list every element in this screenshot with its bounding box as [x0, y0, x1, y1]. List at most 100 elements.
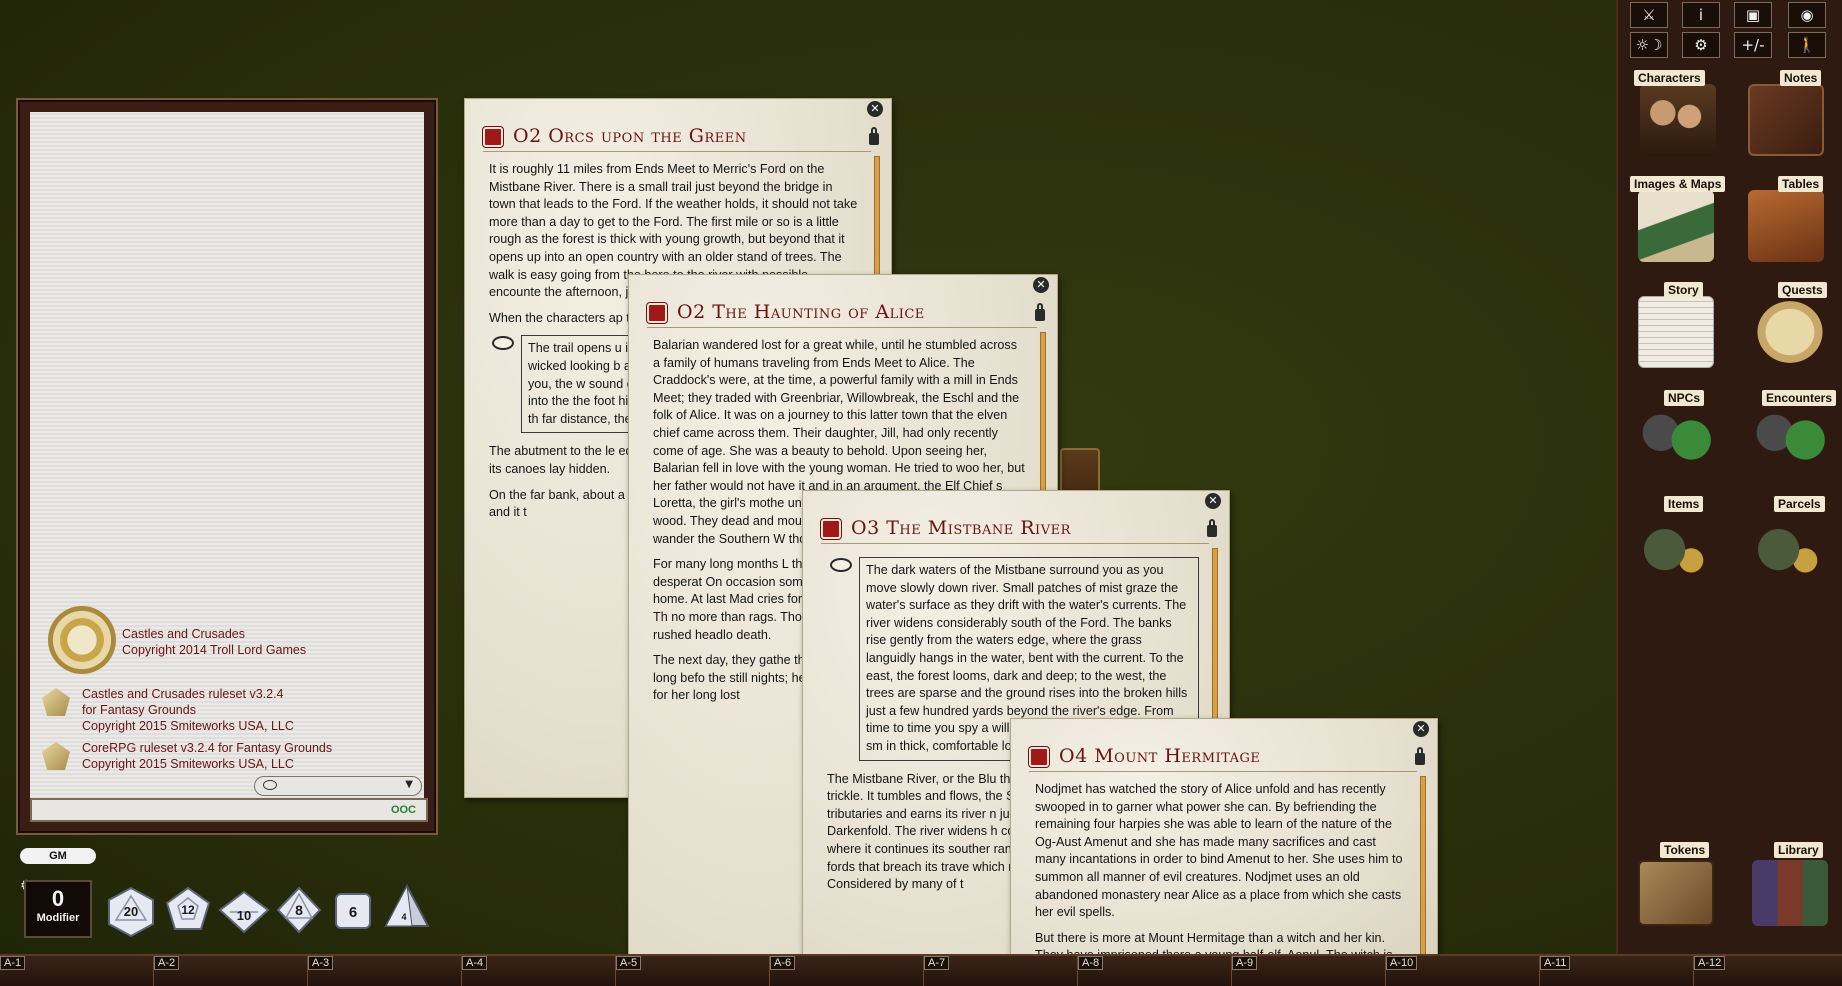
hotkey-slot[interactable]: A-7	[924, 956, 1078, 986]
story-link-icon[interactable]	[821, 519, 841, 539]
lock-icon[interactable]	[1415, 747, 1425, 765]
sidebar-item-parcels[interactable]: Parcels	[1748, 496, 1838, 586]
divider	[647, 327, 1037, 328]
d10-die[interactable]: 10	[218, 890, 270, 934]
d8-label: 8	[295, 902, 303, 918]
sidebar: ⚔ i ▣ ◉ ☼☽ ⚙ +/- 🚶 Characters Notes Imag…	[1616, 0, 1842, 954]
divider	[821, 543, 1209, 544]
close-icon[interactable]: ✕	[867, 101, 883, 117]
close-icon[interactable]: ✕	[1033, 277, 1049, 293]
story-window-mount-hermitage[interactable]: ✕ O4 Mount Hermitage Nodjmet has watched…	[1010, 718, 1438, 986]
chat-mode-select[interactable]: ▼	[254, 776, 422, 796]
combat-tracker-button[interactable]: ⚔	[1630, 2, 1668, 28]
notes-icon	[1748, 84, 1824, 156]
hotkey-slot[interactable]: A-10	[1386, 956, 1540, 986]
close-icon[interactable]: ✕	[1413, 721, 1429, 737]
hotkey-bar: A-1 A-2 A-3 A-4 A-5 A-6 A-7 A-8 A-9 A-10…	[0, 954, 1842, 986]
sidebar-item-npcs[interactable]: NPCs	[1634, 390, 1724, 480]
sidebar-item-images-maps[interactable]: Images & Maps	[1630, 176, 1726, 266]
items-icon	[1638, 510, 1714, 582]
sidebar-label: NPCs	[1664, 390, 1705, 406]
d8-die[interactable]: 8	[276, 886, 322, 934]
book-icon: ▣	[1745, 6, 1761, 24]
sidebar-item-story[interactable]: Story	[1634, 282, 1724, 372]
lock-icon[interactable]	[869, 127, 879, 145]
d12-die[interactable]: 12	[164, 886, 212, 934]
sidebar-item-tokens[interactable]: Tokens	[1634, 842, 1724, 932]
sidebar-item-encounters[interactable]: Encounters	[1748, 390, 1838, 480]
hotkey-label: A-8	[1078, 956, 1104, 970]
hotkey-slot[interactable]: A-3	[308, 956, 462, 986]
hotkey-slot[interactable]: A-9	[1232, 956, 1386, 986]
walk-button[interactable]: 🚶	[1788, 32, 1826, 58]
corerpg-logo-icon	[42, 742, 70, 770]
lock-icon[interactable]	[1035, 303, 1045, 321]
sidebar-item-items[interactable]: Items	[1634, 496, 1724, 586]
options-button[interactable]: ⚙	[1682, 32, 1720, 58]
sidebar-label: Characters	[1634, 70, 1705, 86]
hotkey-label: A-3	[308, 956, 334, 970]
hotkey-slot[interactable]: A-5	[616, 956, 770, 986]
modules-button[interactable]: ▣	[1734, 2, 1772, 28]
d6-label: 6	[349, 904, 357, 921]
chat-input[interactable]: OOC	[30, 798, 428, 822]
d20-die[interactable]: 20	[106, 886, 156, 938]
hotkey-label: A-4	[462, 956, 488, 970]
modifier-box[interactable]: 0 Modifier	[24, 880, 92, 938]
assets-button[interactable]: ◉	[1788, 2, 1826, 28]
story-icon	[1638, 296, 1714, 368]
library-icon	[1752, 860, 1828, 926]
film-reel-icon: ◉	[1800, 6, 1814, 24]
lock-icon[interactable]	[1207, 519, 1217, 537]
story-link-icon[interactable]	[647, 303, 667, 323]
effects-button[interactable]: +/-	[1734, 32, 1772, 58]
d4-die[interactable]: 4	[384, 884, 430, 930]
gear-icon: ⚙	[1694, 36, 1708, 54]
hotkey-slot[interactable]: A-8	[1078, 956, 1232, 986]
divider	[483, 151, 871, 152]
d12-label: 12	[181, 903, 195, 917]
modifier-label: Modifier	[36, 912, 80, 924]
window-title: O2 Orcs upon the Green	[513, 125, 747, 147]
hotkey-label: A-12	[1694, 956, 1726, 970]
sidebar-item-quests[interactable]: Quests	[1748, 282, 1838, 372]
hotkey-slot[interactable]: A-2	[154, 956, 308, 986]
sidebar-item-library[interactable]: Library	[1748, 842, 1838, 932]
hotkey-label: A-6	[770, 956, 796, 970]
hotkey-slot[interactable]: A-6	[770, 956, 924, 986]
swords-icon: ⚔	[1642, 6, 1656, 24]
hotkey-label: A-11	[1540, 956, 1571, 970]
d6-die[interactable]: 6	[334, 892, 372, 930]
info-party-icon: i	[1698, 6, 1704, 24]
hotkey-slot[interactable]: A-4	[462, 956, 616, 986]
speech-bubble-icon[interactable]	[830, 558, 852, 572]
sidebar-label: Quests	[1778, 282, 1827, 298]
sidebar-label: Notes	[1780, 70, 1822, 86]
speech-bubble-icon	[263, 780, 277, 790]
castles-crusades-logo-icon	[48, 606, 116, 674]
speech-bubble-icon[interactable]	[492, 336, 514, 351]
hotkey-slot[interactable]: A-11	[1540, 956, 1694, 986]
sidebar-item-tables[interactable]: Tables	[1748, 176, 1838, 266]
plus-minus-icon: +/-	[1741, 36, 1765, 54]
sidebar-label: Images & Maps	[1630, 176, 1726, 192]
story-link-icon[interactable]	[483, 127, 503, 147]
close-icon[interactable]: ✕	[1205, 493, 1221, 509]
lighting-button[interactable]: ☼☽	[1630, 32, 1668, 58]
window-title: O4 Mount Hermitage	[1059, 745, 1261, 767]
window-title: O2 The Haunting of Alice	[677, 301, 925, 323]
gm-identity-badge[interactable]: GM	[20, 848, 96, 864]
party-sheet-button[interactable]: i	[1682, 2, 1720, 28]
sidebar-item-characters[interactable]: Characters	[1634, 70, 1724, 160]
hotkey-slot[interactable]: A-12	[1694, 956, 1842, 986]
hotkey-label: A-10	[1386, 956, 1418, 970]
tables-icon	[1748, 190, 1824, 262]
sidebar-item-notes[interactable]: Notes	[1748, 70, 1838, 160]
ooc-toggle[interactable]: OOC	[391, 804, 416, 816]
story-link-icon[interactable]	[1029, 747, 1049, 767]
sidebar-label: Encounters	[1762, 390, 1837, 406]
sidebar-label: Tables	[1778, 176, 1824, 192]
chat-log[interactable]: Castles and Crusades Copyright 2014 Trol…	[30, 112, 424, 821]
hotkey-slot[interactable]: A-1	[0, 956, 154, 986]
images-maps-icon	[1638, 190, 1714, 262]
